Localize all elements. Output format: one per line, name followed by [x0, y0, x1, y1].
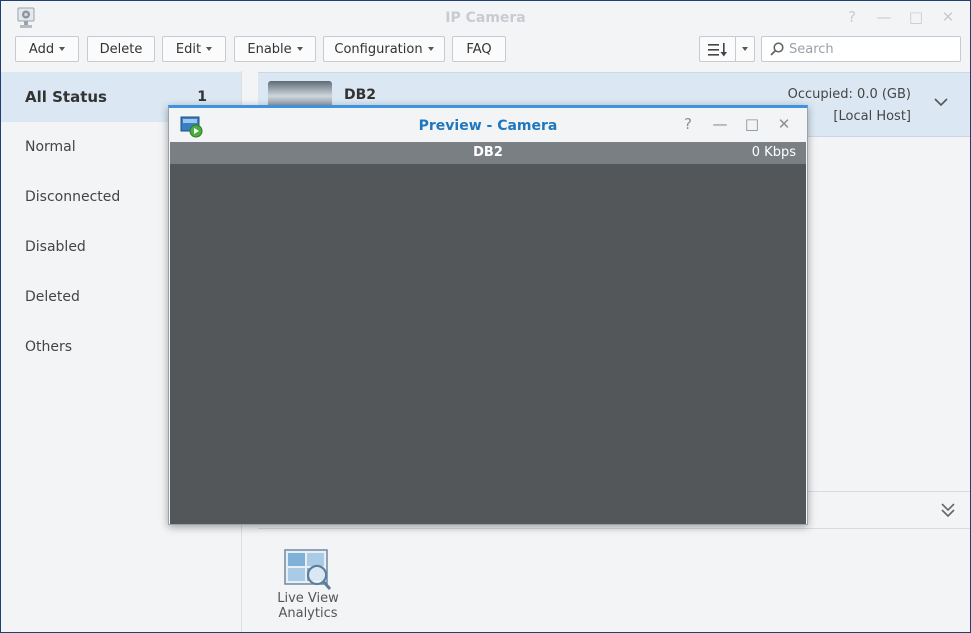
dialog-help-icon[interactable]: ?: [678, 115, 698, 133]
sort-button[interactable]: [699, 36, 736, 62]
title-bar: IP Camera ? — □ ✕: [1, 1, 970, 35]
window-title: IP Camera: [445, 10, 526, 26]
sidebar-item-label: Normal: [25, 139, 76, 155]
preview-camera-dialog: Preview - Camera ? — □ ✕ DB2 0 Kbps: [168, 105, 808, 525]
sidebar-item-label: Disconnected: [25, 189, 121, 205]
sidebar-item-label: Disabled: [25, 239, 86, 255]
app-label-line: Analytics: [278, 606, 338, 621]
dialog-close-icon[interactable]: ✕: [774, 115, 794, 133]
toolbar: Add Delete Edit Enable Configuration FAQ: [1, 35, 970, 71]
live-view-analytics-label: Live View Analytics: [266, 591, 350, 621]
camera-name: DB2: [344, 87, 377, 103]
enable-button[interactable]: Enable: [234, 36, 316, 62]
maximize-icon[interactable]: □: [906, 8, 926, 26]
video-preview-area[interactable]: [170, 164, 806, 524]
help-icon[interactable]: ?: [842, 8, 862, 26]
sidebar-item-label: All Status: [25, 88, 107, 106]
caret-down-icon: [59, 46, 66, 51]
ip-camera-window: IP Camera ? — □ ✕ Add Delete Edit Enable…: [0, 0, 971, 633]
sidebar-item-label: Others: [25, 339, 73, 355]
sort-icon: [707, 43, 727, 57]
camera-host: [Local Host]: [833, 109, 911, 124]
edit-button-label: Edit: [175, 42, 202, 57]
sort-dropdown-button[interactable]: [735, 36, 755, 62]
configuration-button-label: Configuration: [334, 42, 423, 57]
dialog-maximize-icon[interactable]: □: [742, 115, 762, 133]
live-view-analytics-icon: [284, 549, 332, 590]
faq-button[interactable]: FAQ: [452, 36, 506, 62]
double-chevron-down-icon[interactable]: [940, 502, 956, 518]
caret-down-icon: [427, 46, 434, 51]
video-header-bar: DB2 0 Kbps: [170, 142, 806, 164]
search-icon: [770, 42, 784, 56]
enable-button-label: Enable: [247, 42, 292, 57]
edit-button[interactable]: Edit: [162, 36, 226, 62]
close-icon[interactable]: ✕: [938, 8, 958, 26]
delete-button[interactable]: Delete: [87, 36, 155, 62]
search-input[interactable]: [789, 37, 954, 61]
video-camera-name: DB2: [473, 145, 503, 160]
caret-down-icon: [206, 46, 213, 51]
dialog-minimize-icon[interactable]: —: [710, 115, 730, 133]
sidebar-item-label: Deleted: [25, 289, 80, 305]
app-label-line: Live View: [277, 591, 339, 606]
video-bitrate: 0 Kbps: [751, 145, 796, 160]
live-view-analytics-app[interactable]: Live View Analytics: [277, 547, 339, 627]
chevron-down-icon[interactable]: [934, 97, 948, 107]
configuration-button[interactable]: Configuration: [323, 36, 445, 62]
camera-occupied: Occupied: 0.0 (GB): [787, 87, 911, 102]
add-button[interactable]: Add: [15, 36, 79, 62]
minimize-icon[interactable]: —: [874, 8, 894, 26]
search-box: [761, 36, 961, 62]
caret-down-icon: [742, 46, 748, 51]
add-button-label: Add: [28, 42, 55, 57]
caret-down-icon: [296, 46, 303, 51]
